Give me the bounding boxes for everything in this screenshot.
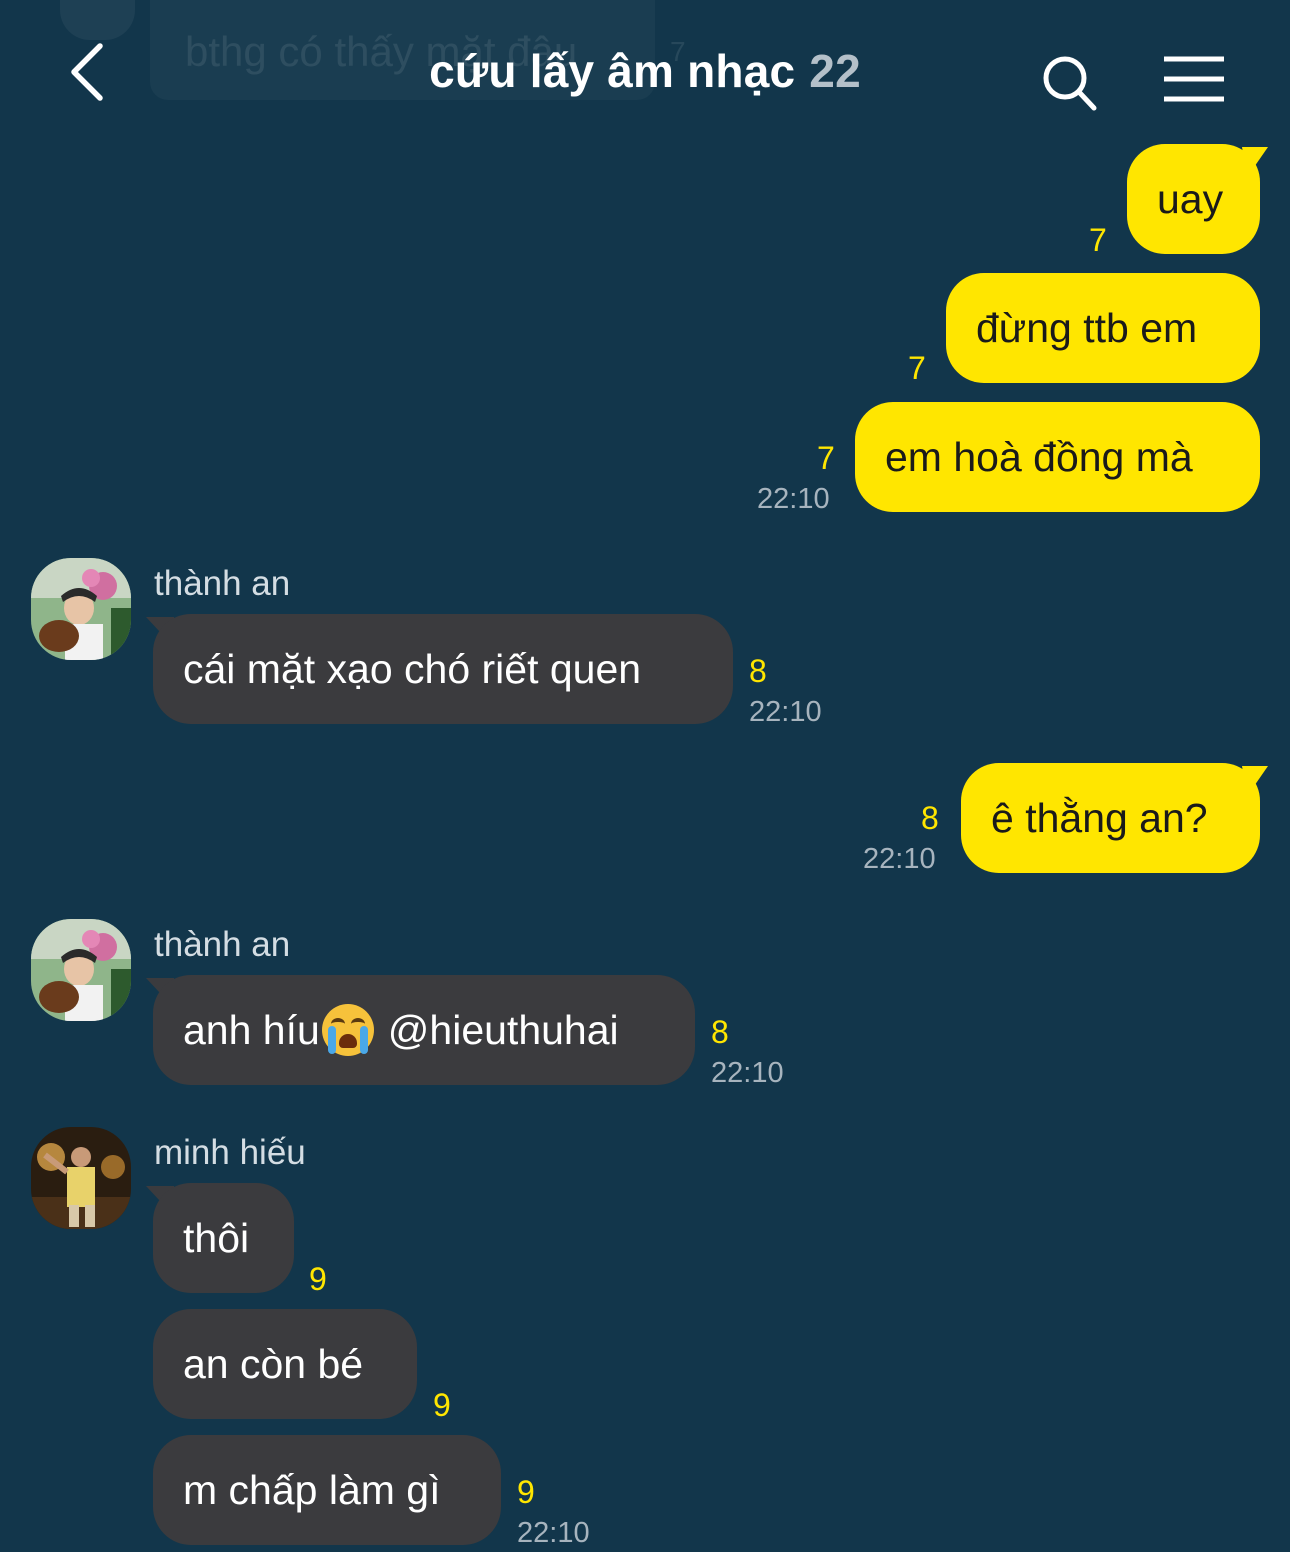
message-time: 22:10 bbox=[711, 1057, 784, 1089]
unread-count: 7 bbox=[817, 440, 835, 476]
message-bubble-incoming[interactable]: thôi bbox=[153, 1183, 294, 1293]
message-text: cái mặt xạo chó riết quen bbox=[183, 645, 642, 692]
sender-name: minh hiếu bbox=[154, 1133, 306, 1172]
message-time: 22:10 bbox=[863, 843, 936, 875]
message-bubble-incoming[interactable]: m chấp làm gì bbox=[153, 1435, 501, 1545]
message-time: 22:10 bbox=[749, 696, 822, 728]
hamburger-menu-icon bbox=[1164, 56, 1224, 102]
message-text: thôi bbox=[183, 1214, 250, 1261]
avatar-thanh-an[interactable] bbox=[31, 919, 131, 1021]
loudly-crying-face-icon bbox=[321, 1004, 374, 1056]
unread-count: 8 bbox=[711, 1014, 729, 1050]
avatar-photo bbox=[31, 558, 131, 660]
message-text: an còn bé bbox=[183, 1340, 364, 1387]
chat-name: cứu lấy âm nhạc bbox=[429, 45, 796, 97]
avatar-photo bbox=[31, 919, 131, 1021]
message-bubble-incoming[interactable]: cái mặt xạo chó riết quen bbox=[153, 614, 733, 724]
unread-count: 9 bbox=[433, 1387, 451, 1423]
message-time: 22:10 bbox=[757, 483, 830, 515]
avatar-photo bbox=[31, 1127, 131, 1229]
menu-button[interactable] bbox=[1160, 54, 1230, 108]
member-count: 22 bbox=[809, 45, 861, 97]
search-button[interactable] bbox=[1038, 52, 1102, 116]
sender-name: thành an bbox=[154, 925, 291, 964]
unread-count: 9 bbox=[309, 1261, 327, 1297]
unread-count: 8 bbox=[749, 653, 767, 689]
mention-link[interactable]: @hieuthuhai bbox=[388, 1009, 619, 1051]
unread-count: 7 bbox=[908, 350, 926, 386]
message-bubble-outgoing[interactable]: ê thằng an? bbox=[961, 763, 1260, 873]
message-bubble-outgoing[interactable]: em hoà đồng mà bbox=[855, 402, 1260, 512]
message-text-before: anh híu bbox=[183, 1006, 320, 1053]
unread-count: 8 bbox=[921, 800, 939, 836]
message-bubble-incoming[interactable]: anh híu @hieuthuhai bbox=[153, 975, 695, 1085]
message-text: m chấp làm gì bbox=[183, 1466, 441, 1513]
unread-count: 9 bbox=[517, 1474, 535, 1510]
search-icon bbox=[1043, 56, 1097, 111]
avatar-minh-hieu[interactable] bbox=[31, 1127, 131, 1229]
message-bubble-outgoing[interactable]: uay bbox=[1127, 144, 1260, 254]
message-bubble-incoming[interactable]: an còn bé bbox=[153, 1309, 417, 1419]
message-text: ê thằng an? bbox=[991, 794, 1208, 841]
unread-count: 7 bbox=[1089, 222, 1107, 258]
message-text: đừng ttb em bbox=[976, 304, 1198, 351]
avatar-thanh-an[interactable] bbox=[31, 558, 131, 660]
sender-name: thành an bbox=[154, 564, 291, 603]
message-time: 22:10 bbox=[517, 1517, 590, 1549]
chat-header: cứu lấy âm nhạc 22 bbox=[0, 0, 1290, 140]
message-bubble-outgoing[interactable]: đừng ttb em bbox=[946, 273, 1260, 383]
message-text: uay bbox=[1157, 175, 1224, 222]
message-text: em hoà đồng mà bbox=[885, 433, 1193, 480]
